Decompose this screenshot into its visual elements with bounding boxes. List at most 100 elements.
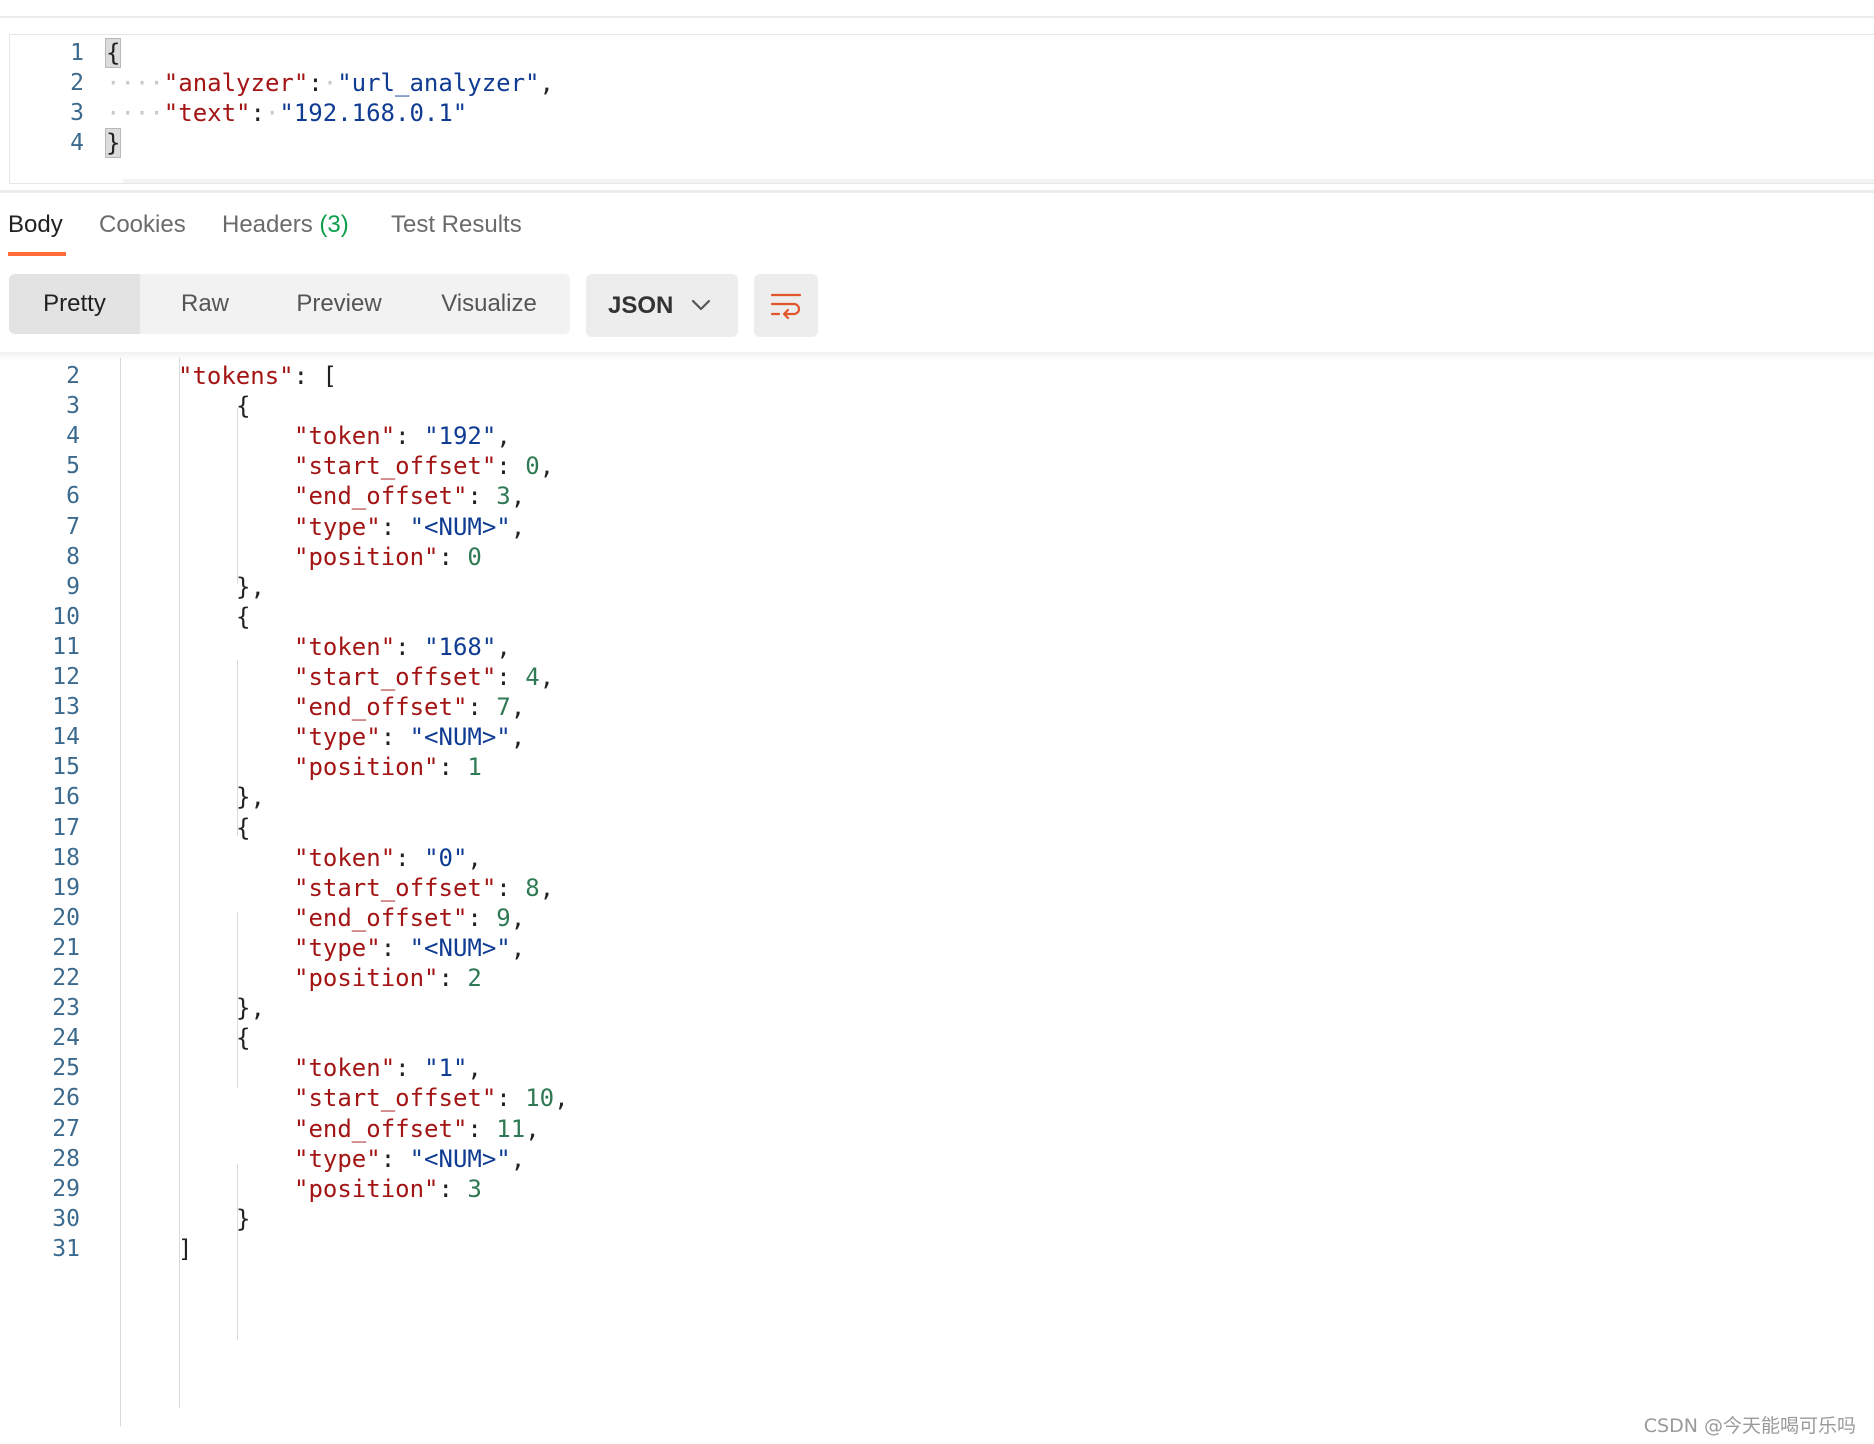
tab-cookies-label: Cookies [99, 211, 186, 238]
code-token: : [380, 1144, 410, 1173]
response-body-viewer[interactable]: 2 "tokens": [3{4 "token": "192", 5 "start_of… [0, 358, 1874, 1444]
current-line-highlight [123, 179, 1874, 183]
code-token: "token" [294, 843, 396, 872]
code-token: "end_offset" [294, 482, 468, 511]
code-token: "position" [294, 542, 439, 571]
code-token: : [308, 69, 323, 97]
code-token: "position" [294, 1174, 439, 1203]
code-token: , [496, 422, 511, 451]
code-token: , [510, 933, 526, 962]
code-token: , [539, 452, 555, 481]
code-token: , [467, 1054, 482, 1083]
tab-body[interactable]: Body [8, 205, 63, 245]
code-token: : [438, 1174, 468, 1203]
code-token: "<NUM>" [409, 933, 511, 962]
watermark: CSDN @今天能喝可乐吗 [1643, 1415, 1856, 1437]
code-token: "192.168.0.1" [279, 99, 468, 127]
view-pretty-button[interactable]: Pretty [9, 274, 140, 334]
code-token: "analyzer" [163, 69, 309, 97]
view-preview-button[interactable]: Preview [270, 274, 408, 334]
code-token: 8 [525, 873, 540, 902]
code-token: "168" [424, 632, 497, 661]
code-token: ···· [106, 99, 164, 127]
code-token: : [395, 843, 425, 872]
code-token: : [380, 512, 410, 541]
code-token: "end_offset" [294, 1114, 468, 1143]
code-token: , [510, 512, 526, 541]
code-token: 1 [467, 753, 482, 782]
code-token: { [236, 392, 251, 421]
code-token: "tokens" [178, 362, 294, 390]
code-token: 4 [525, 663, 540, 691]
code-token: : [438, 753, 468, 782]
code-token: { [236, 602, 251, 631]
code-token: 3 [467, 1174, 482, 1203]
code-token: 7 [496, 693, 511, 722]
code-token: : [380, 933, 410, 962]
code-token: , [510, 723, 526, 752]
code-token: "start_offset" [294, 873, 497, 902]
code-token: { [236, 813, 251, 842]
code-token: "url_analyzer" [337, 69, 540, 97]
code-token: , [510, 903, 526, 932]
tab-cookies[interactable]: Cookies [99, 205, 186, 245]
view-visualize-button[interactable]: Visualize [408, 274, 570, 334]
code-token: ···· [106, 69, 164, 97]
view-mode-selector: Pretty Raw Preview Visualize [9, 274, 570, 334]
code-token: 10 [525, 1084, 555, 1113]
code-token: : [467, 482, 497, 511]
format-dropdown[interactable]: JSON [586, 274, 738, 337]
wrap-lines-icon [770, 293, 802, 320]
code-token: "token" [294, 632, 396, 661]
code-token: : [496, 873, 526, 902]
code-token: "position" [294, 964, 439, 992]
code-line: 4} [10, 125, 1874, 161]
line-number: 31 [52, 1235, 80, 1262]
format-dropdown-label: JSON [608, 292, 674, 319]
code-token: : [438, 964, 468, 992]
code-token: : [496, 1084, 526, 1113]
response-tabs: Body Cookies Headers (3) Test Results [0, 205, 900, 256]
code-token: "start_offset" [294, 452, 497, 481]
code-token: } [104, 128, 122, 158]
code-token: }, [236, 572, 265, 601]
pane-divider[interactable] [0, 190, 1874, 193]
code-token: , [496, 632, 511, 661]
code-token: : [ [293, 362, 337, 390]
code-token: "<NUM>" [409, 723, 511, 752]
code-token: : [496, 663, 526, 691]
code-token: "start_offset" [294, 1084, 497, 1113]
code-token: , [539, 663, 555, 691]
code-token: "position" [294, 753, 439, 782]
code-token: , [510, 482, 526, 511]
code-token: "end_offset" [294, 903, 468, 932]
top-divider [0, 16, 1874, 18]
code-token: : [395, 632, 425, 661]
code-token: 11 [496, 1114, 526, 1143]
code-token: "token" [294, 1054, 396, 1083]
tab-headers[interactable]: Headers (3) [222, 205, 349, 245]
code-text: } [104, 125, 122, 161]
code-token: 9 [496, 903, 511, 932]
wrap-lines-button[interactable] [754, 274, 818, 337]
tab-test-results[interactable]: Test Results [391, 205, 522, 245]
tab-headers-label: Headers [222, 211, 313, 238]
code-token: "type" [294, 723, 381, 752]
active-tab-indicator [8, 252, 66, 256]
code-token: , [539, 873, 555, 902]
code-token: , [539, 69, 554, 97]
request-body-editor[interactable]: 1{2 ····"analyzer":·"url_analyzer", 3 ····"… [9, 34, 1874, 184]
code-token: "end_offset" [294, 693, 468, 722]
code-token: , [525, 1114, 540, 1143]
view-raw-button[interactable]: Raw [140, 274, 270, 334]
chevron-down-icon [691, 299, 711, 311]
code-token: · [264, 99, 280, 127]
code-token: "type" [294, 512, 381, 541]
code-text: ] [178, 1231, 192, 1267]
code-token: : [395, 1054, 425, 1083]
code-token: "0" [424, 843, 468, 872]
code-token: : [380, 723, 410, 752]
code-token: : [467, 693, 497, 722]
tab-body-label: Body [8, 211, 63, 238]
tab-test-results-label: Test Results [391, 211, 522, 238]
